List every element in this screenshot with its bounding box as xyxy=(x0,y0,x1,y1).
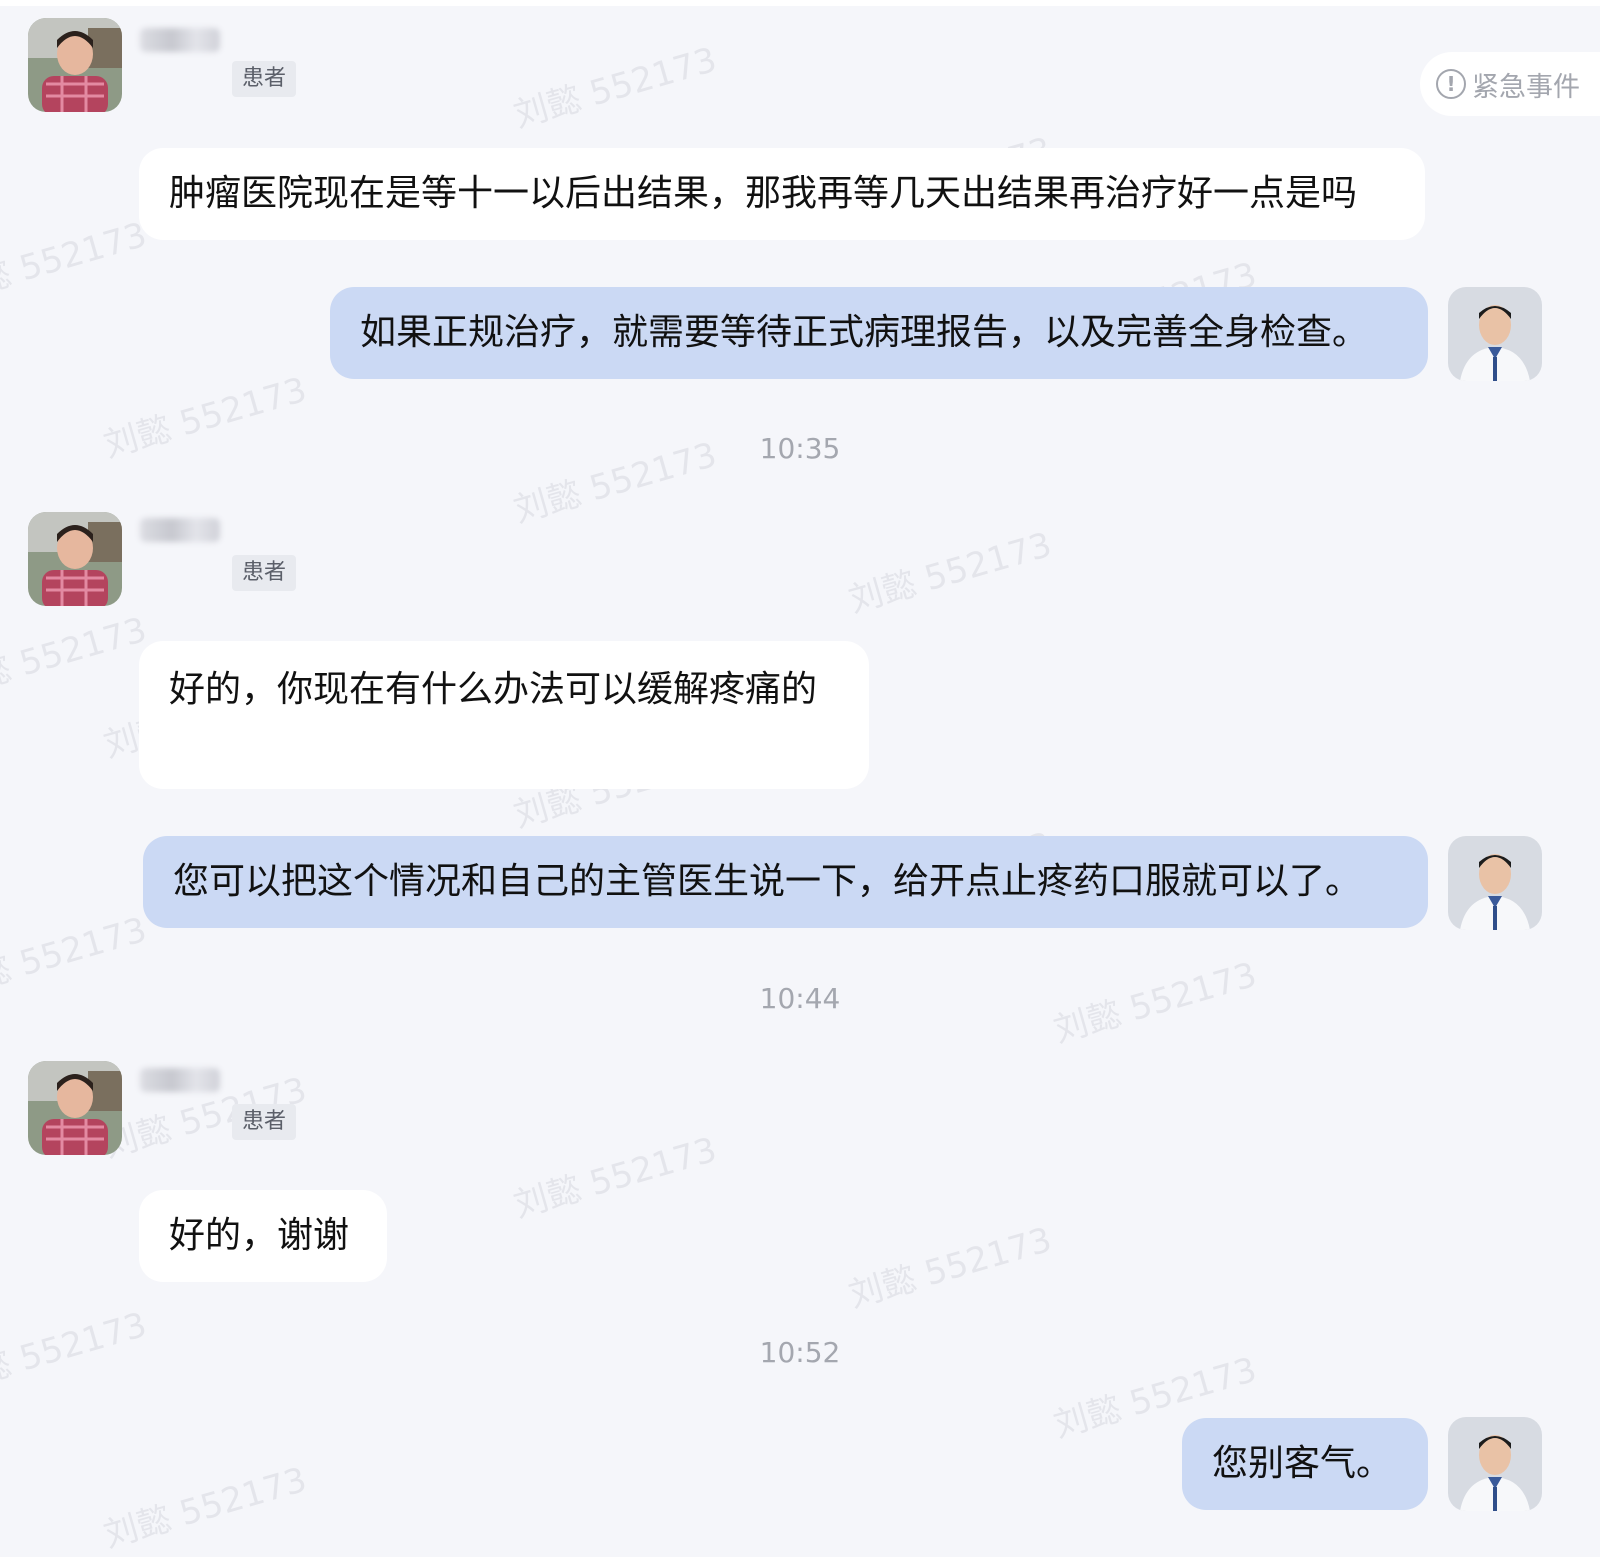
doctor-avatar[interactable] xyxy=(1448,287,1542,381)
doctor-avatar[interactable] xyxy=(1448,1417,1542,1511)
doctor-message-bubble: 您别客气。 xyxy=(1182,1418,1428,1510)
doctor-message-bubble: 如果正规治疗，就需要等待正式病理报告，以及完善全身检查。 xyxy=(330,287,1428,379)
watermark: 刘懿 552173 xyxy=(0,214,152,311)
doctor-message-bubble: 您可以把这个情况和自己的主管医生说一下，给开点止疼药口服就可以了。 xyxy=(143,836,1428,928)
watermark: 刘懿 552173 xyxy=(0,609,152,706)
patient-avatar[interactable] xyxy=(28,18,122,112)
patient-avatar[interactable] xyxy=(28,512,122,606)
watermark: 刘懿 552173 xyxy=(844,1219,1057,1316)
message-timestamp: 10:52 xyxy=(759,1336,841,1369)
message-timestamp: 10:35 xyxy=(759,432,841,465)
patient-name-redacted xyxy=(140,518,220,542)
patient-name-redacted xyxy=(140,1068,220,1092)
urgent-event-label: 紧急事件 xyxy=(1472,71,1580,103)
patient-avatar[interactable] xyxy=(28,1061,122,1155)
patient-message-bubble: 好的，你现在有什么办法可以缓解疼痛的 xyxy=(139,641,869,789)
message-timestamp: 10:44 xyxy=(759,982,841,1015)
watermark: 刘懿 552173 xyxy=(509,39,722,136)
patient-role-tag: 患者 xyxy=(232,555,297,591)
urgent-event-button[interactable]: ! 紧急事件 xyxy=(1420,52,1600,116)
watermark: 刘懿 552173 xyxy=(844,524,1057,621)
exclamation-circle-icon: ! xyxy=(1436,69,1466,99)
doctor-avatar[interactable] xyxy=(1448,836,1542,930)
patient-role-tag: 患者 xyxy=(232,61,297,97)
watermark: 刘懿 552173 xyxy=(509,1129,722,1226)
watermark: 刘懿 552173 xyxy=(99,1459,312,1556)
top-strip xyxy=(0,0,1600,6)
patient-role-tag: 患者 xyxy=(232,1104,297,1140)
patient-name-redacted xyxy=(140,28,220,52)
patient-message-bubble: 好的，谢谢 xyxy=(139,1190,387,1282)
patient-message-bubble: 肿瘤医院现在是等十一以后出结果，那我再等几天出结果再治疗好一点是吗 xyxy=(139,148,1425,240)
